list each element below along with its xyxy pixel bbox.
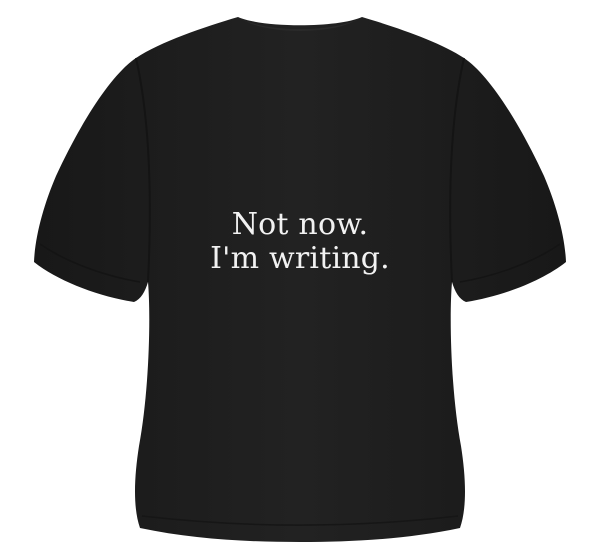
tshirt-body: [34, 17, 566, 542]
shirt-print-text: Not now. I'm writing.: [150, 208, 450, 276]
print-line-2: I'm writing.: [210, 241, 390, 276]
print-line-1: Not now.: [231, 207, 369, 242]
product-image: Not now. I'm writing.: [0, 0, 600, 545]
